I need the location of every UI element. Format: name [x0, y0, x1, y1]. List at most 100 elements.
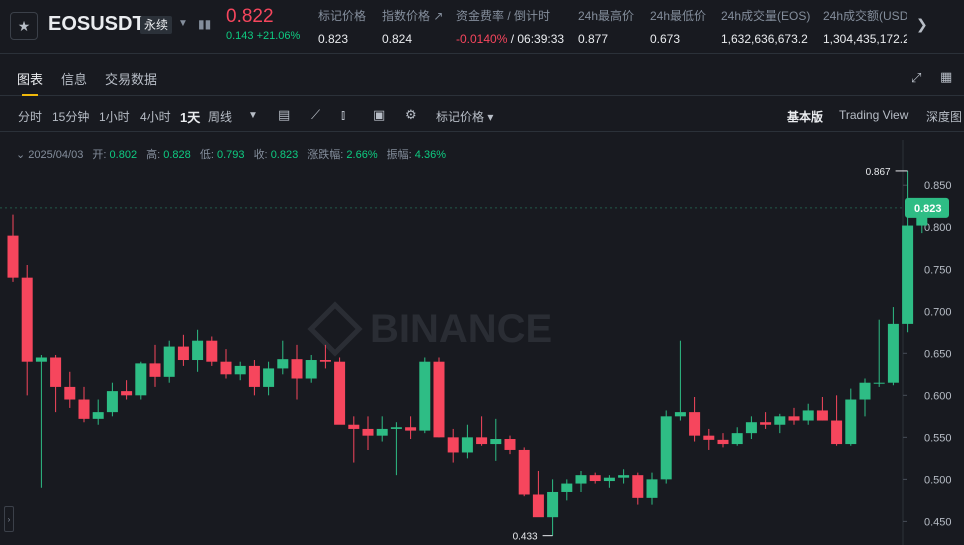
active-tab-indicator	[22, 94, 38, 96]
candle-body	[859, 382, 871, 400]
view-depth[interactable]: 深度图	[926, 108, 962, 125]
candle-body	[816, 410, 828, 421]
candle-body	[291, 359, 303, 379]
fullscreen-icon[interactable]: ⤢	[911, 70, 921, 86]
y-tick-label: 0.450	[924, 516, 952, 528]
side-panel-toggle[interactable]: ›	[4, 506, 14, 532]
y-tick-label: 0.500	[924, 474, 952, 486]
candle-body	[674, 412, 686, 417]
candle-body	[618, 475, 630, 478]
symbol-name[interactable]: EOSUSDT	[48, 13, 145, 36]
candle-body	[305, 360, 317, 379]
candle-body	[149, 363, 161, 377]
view-basic[interactable]: 基本版	[787, 108, 823, 125]
candle-body	[589, 475, 601, 482]
settings-gear-icon[interactable]: ⚙	[405, 107, 417, 123]
candle-body	[376, 428, 388, 436]
min-price-label: 0.433	[513, 532, 538, 543]
candle-body	[177, 346, 189, 361]
candle-body	[206, 340, 218, 362]
calendar-icon[interactable]: ▤	[278, 107, 290, 123]
layout-grid-icon[interactable]: ▦	[940, 69, 952, 85]
candle-body	[447, 437, 459, 453]
candle-body	[248, 365, 260, 387]
star-icon: ★	[17, 17, 31, 34]
interval-1d[interactable]: 1天	[180, 107, 200, 126]
candle-body	[887, 323, 899, 383]
candle-body	[547, 491, 559, 518]
candle-body	[362, 428, 374, 436]
candle-body	[518, 449, 530, 495]
content-tabs: 图表 信息 交易数据 ⤢ ▦	[0, 64, 964, 96]
y-tick-label: 0.550	[924, 432, 952, 444]
candle-body	[433, 361, 445, 438]
indicator-icon[interactable]: ⟋	[311, 107, 320, 123]
price-type-select[interactable]: 标记价格 ▾	[436, 108, 493, 125]
candle-body	[192, 340, 204, 361]
candle-body	[220, 361, 232, 375]
candle-body	[760, 422, 772, 425]
more-intervals-icon[interactable]: ▼	[248, 110, 258, 121]
interval-15m[interactable]: 15分钟	[52, 108, 89, 125]
candle-body	[319, 360, 331, 362]
candle-body	[831, 420, 843, 445]
stat-24h-volume: 24h成交量(EOS) 1,632,636,673.2	[721, 9, 811, 46]
interval-1w[interactable]: 周线	[208, 108, 232, 125]
stat-mark-price: 标记价格 0.823	[318, 9, 367, 46]
candle-body	[461, 437, 473, 453]
candle-body	[35, 357, 47, 362]
watermark-logo-icon	[307, 301, 363, 357]
stat-24h-low: 24h最低价 0.673	[650, 9, 707, 46]
candlestick-chart[interactable]: BINANCE 0.850 0.800 0.750 0.700 0.650 0.600 0.5…	[0, 140, 964, 545]
candle-body	[802, 410, 814, 421]
bar-chart-icon[interactable]: ▮▮	[198, 17, 211, 31]
candle-body	[632, 475, 644, 498]
candle-body	[92, 412, 104, 419]
candle-body	[7, 235, 19, 278]
candle-body	[731, 433, 743, 445]
favorite-star-button[interactable]: ★	[10, 12, 38, 40]
candle-body	[234, 365, 246, 375]
candle-body	[575, 475, 587, 484]
y-tick-label: 0.700	[924, 306, 952, 318]
candle-body	[121, 391, 133, 396]
candle-body	[490, 439, 502, 445]
tab-trading-data[interactable]: 交易数据	[105, 69, 157, 88]
candle-body	[788, 416, 800, 421]
tab-chart[interactable]: 图表	[17, 69, 43, 88]
chart-toolbar: 分时 15分钟 1小时 4小时 1天 周线 ▼ ▤ ⟋ ⫾ ▣ ⚙ 标记价格 ▾…	[0, 100, 964, 132]
candle-body	[504, 439, 516, 450]
watermark-text: BINANCE	[370, 307, 552, 351]
market-header: ★ EOSUSDT 永续 ▼ ▮▮ 0.822 0.143 +21.06% 标记…	[0, 0, 964, 54]
interval-time[interactable]: 分时	[18, 108, 42, 125]
candle-body	[21, 277, 33, 362]
candle-body	[348, 424, 360, 429]
candle-body	[405, 427, 417, 431]
chevron-right-icon[interactable]: ❯	[916, 16, 928, 33]
candle-body	[703, 435, 715, 440]
candle-body	[689, 412, 701, 436]
candle-type-icon[interactable]: ⫾	[341, 107, 345, 123]
candle-body	[845, 399, 857, 445]
candle-body	[745, 422, 757, 434]
candle-body	[774, 416, 786, 425]
candle-body	[476, 437, 488, 445]
candle-body	[873, 382, 885, 384]
tab-info[interactable]: 信息	[61, 69, 87, 88]
candle-body	[163, 346, 175, 377]
candle-body	[646, 479, 658, 498]
symbol-dropdown-icon[interactable]: ▼	[178, 18, 188, 29]
candle-body	[277, 359, 289, 369]
stat-index-price[interactable]: 指数价格 ↗ 0.824	[382, 7, 443, 46]
template-icon[interactable]: ▣	[373, 107, 385, 123]
y-tick-label: 0.850	[924, 180, 952, 192]
candle-body	[532, 494, 544, 518]
interval-1h[interactable]: 1小时	[99, 108, 130, 125]
last-price-badge-text: 0.823	[914, 203, 942, 215]
candle-body	[561, 483, 573, 492]
y-tick-label: 0.800	[924, 222, 952, 234]
interval-4h[interactable]: 4小时	[140, 108, 171, 125]
candle-body	[78, 399, 90, 419]
y-tick-label: 0.750	[924, 264, 952, 276]
view-tradingview[interactable]: Trading View	[839, 108, 908, 122]
